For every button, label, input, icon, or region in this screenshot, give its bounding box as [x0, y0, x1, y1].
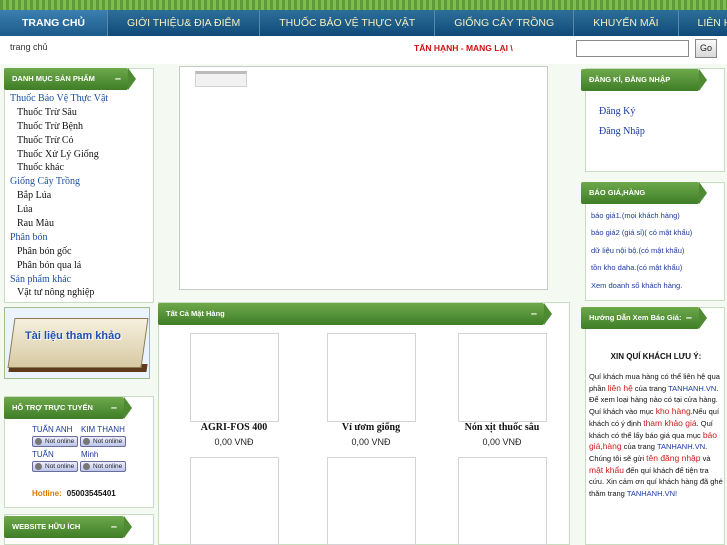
collapse-icon[interactable]: –	[531, 303, 537, 325]
collapse-icon[interactable]: –	[111, 516, 117, 538]
collapse-icon[interactable]: –	[115, 68, 121, 90]
go-button[interactable]: Go	[695, 39, 717, 58]
product-image[interactable]	[327, 333, 416, 422]
site-link[interactable]: TANHANH.VN!	[627, 489, 677, 498]
collapse-icon[interactable]: –	[111, 397, 117, 419]
notice-text: Quí khách mua hàng có thể liên hệ qua ph…	[589, 371, 723, 500]
category-item[interactable]: Bắp Lúa	[10, 190, 108, 204]
top-bar: trang chủ TẤN HẠNH - MANG LẠI \ Go	[0, 36, 727, 64]
reference-banner-text: Tài liệu tham khảo	[25, 330, 121, 342]
book-pages	[7, 318, 149, 368]
category-item[interactable]: Lúa	[10, 204, 108, 218]
guide-title-text: Hướng Dẫn Xem Báo Giá:	[589, 313, 682, 322]
status-badge[interactable]: Not online	[32, 461, 78, 472]
support-name: TUẤN ANH	[32, 425, 73, 434]
price-link[interactable]: tồn kho daha.(có mật khẩu)	[591, 263, 682, 272]
status-badge[interactable]: Not online	[32, 436, 78, 447]
username-text: tên đăng nhập	[646, 452, 701, 463]
category-item[interactable]: Thuốc Bảo Vệ Thực Vật	[10, 93, 108, 107]
nav-home[interactable]: TRANG CHỦ	[0, 10, 108, 36]
nav-about[interactable]: GIỚI THIỆU& ĐỊA ĐIỂM	[108, 10, 261, 36]
product-price: 0,00 VNĐ	[482, 437, 522, 447]
product-image[interactable]	[190, 333, 279, 422]
product-name[interactable]: AGRI-FOS 400	[174, 422, 294, 433]
product-image[interactable]	[327, 457, 416, 545]
category-item[interactable]: Vật tư nông nghiệp	[10, 287, 108, 301]
password-text: mật khẩu	[589, 464, 624, 475]
warehouse-link[interactable]: kho hàng	[656, 406, 691, 416]
category-item[interactable]: Giống Cây Trồng	[10, 176, 108, 190]
hotline-label: Hotline:	[32, 489, 62, 498]
product-image[interactable]	[190, 457, 279, 545]
account-title-text: ĐĂNG KÍ, ĐĂNG NHẬP	[589, 75, 671, 84]
price-link[interactable]: Xem doanh số khách hàng.	[591, 281, 682, 290]
product-name[interactable]: Vỉ ươm giống	[311, 422, 431, 433]
main-banner	[179, 66, 548, 290]
price-link[interactable]: báo giá2 (giá sỉ)( có mật khẩu)	[591, 228, 692, 237]
search-input[interactable]	[576, 40, 689, 57]
products-title: Tất Cả Mặt Hàng –	[158, 303, 552, 325]
account-title: ĐĂNG KÍ, ĐĂNG NHẬP	[581, 69, 707, 91]
site-link[interactable]: TANHANH.VN	[668, 384, 716, 393]
category-item[interactable]: Thuốc Trừ Sâu	[10, 107, 108, 121]
support-name: TUẤN	[32, 450, 54, 459]
category-item[interactable]: Phân bón qua lá	[10, 260, 108, 274]
notice-text-part: và	[700, 453, 711, 463]
category-item[interactable]: Rau Màu	[10, 218, 108, 232]
category-list: Thuốc Bảo Vệ Thực Vật Thuốc Trừ Sâu Thuố…	[10, 93, 108, 301]
support-name: Minh	[81, 450, 99, 459]
price-link[interactable]: báo giá1.(mọi khách hàng)	[591, 211, 680, 220]
category-item[interactable]: Thuốc Xử Lý Giống	[10, 149, 108, 163]
product-price: 0,00 VNĐ	[351, 437, 391, 447]
banner-slider-handle[interactable]	[195, 71, 247, 87]
price-link[interactable]: dữ liệu nội bộ.(có mật khẩu)	[591, 246, 684, 255]
nav-seeds[interactable]: GIỐNG CÂY TRỒNG	[435, 10, 575, 36]
register-link[interactable]: Đăng Ký	[599, 106, 635, 117]
support-title: HỖ TRỢ TRỰC TUYẾN –	[4, 397, 132, 419]
category-item[interactable]: Thuốc khác	[10, 162, 108, 176]
nav-promotions[interactable]: KHUYẾN MÃI	[574, 10, 679, 36]
status-badge[interactable]: Not online	[80, 436, 126, 447]
login-link[interactable]: Đăng Nhập	[599, 126, 645, 137]
nav-pesticides[interactable]: THUỐC BẢO VỆ THỰC VẬT	[260, 10, 436, 36]
price-title: BÁO GIÁ,HÀNG	[581, 182, 707, 204]
breadcrumb[interactable]: trang chủ	[10, 42, 48, 52]
site-link[interactable]: TANHANH.VN	[657, 442, 705, 451]
product-price: 0,00 VNĐ	[214, 437, 254, 447]
collapse-icon[interactable]: –	[686, 307, 692, 329]
reference-banner[interactable]: Tài liệu tham khảo	[4, 307, 150, 379]
hotline: Hotline: 05003545401	[32, 489, 116, 498]
support-name: KIM THANH	[81, 425, 125, 434]
category-item[interactable]: Phân bón	[10, 232, 108, 246]
notice-text-part: của trang	[621, 442, 657, 452]
links-title: WEBSITE HỮU ÍCH –	[4, 516, 132, 538]
product-image[interactable]	[458, 457, 547, 545]
product-name[interactable]: Nón xịt thuốc sâu	[442, 422, 562, 433]
categories-title: DANH MỤC SẢN PHẨM –	[4, 68, 136, 90]
status-badge[interactable]: Not online	[80, 461, 126, 472]
notice-heading: XIN QUÍ KHÁCH LƯU Ý:	[610, 352, 702, 361]
support-title-text: HỖ TRỢ TRỰC TUYẾN	[12, 403, 93, 412]
nav-decoration	[0, 0, 727, 10]
nav-contact[interactable]: LIÊN HỆ	[679, 10, 727, 36]
notice-text-part: của trang	[632, 383, 669, 393]
hotline-number: 05003545401	[66, 489, 116, 498]
price-reference-link[interactable]: tham khảo giá	[643, 418, 696, 428]
product-image[interactable]	[458, 333, 547, 422]
main-nav: TRANG CHỦ GIỚI THIỆU& ĐỊA ĐIỂM THUỐC BẢO…	[0, 10, 727, 36]
category-item[interactable]: Phân bón gốc	[10, 246, 108, 260]
price-title-text: BÁO GIÁ,HÀNG	[589, 188, 646, 197]
category-item[interactable]: Thuốc Trừ Bệnh	[10, 121, 108, 135]
products-title-text: Tất Cả Mặt Hàng	[166, 309, 225, 318]
category-item[interactable]: Thuốc Trừ Cỏ	[10, 135, 108, 149]
contact-link[interactable]: liên hệ	[608, 383, 633, 393]
links-title-text: WEBSITE HỮU ÍCH	[12, 522, 81, 531]
categories-title-text: DANH MỤC SẢN PHẨM	[12, 74, 95, 83]
guide-title: Hướng Dẫn Xem Báo Giá: –	[581, 307, 707, 329]
category-item[interactable]: Sản phẩm khác	[10, 274, 108, 288]
marquee-text: TẤN HẠNH - MANG LẠI \	[414, 43, 513, 53]
